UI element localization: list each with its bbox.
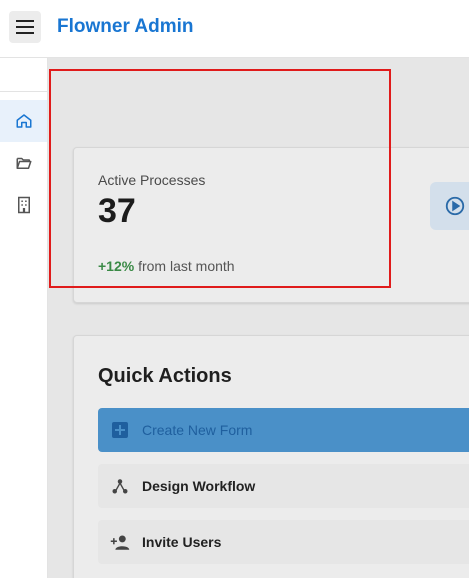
sidebar (0, 58, 48, 578)
building-icon (17, 196, 30, 214)
folder-open-icon (16, 157, 31, 169)
stat-label: Active Processes (98, 172, 206, 188)
quick-actions-card: Quick Actions Create New Form Design Wor… (73, 335, 469, 578)
design-workflow-label: Design Workflow (142, 478, 256, 494)
hamburger-menu-button[interactable] (9, 11, 41, 43)
quick-actions-title: Quick Actions (98, 365, 232, 387)
stat-card-active-processes: Active Processes 37 +12% from last month (73, 147, 469, 303)
sidebar-divider (0, 91, 48, 92)
workflow-icon (110, 476, 130, 496)
sidebar-item-home[interactable] (0, 100, 47, 142)
sidebar-item-organization[interactable] (0, 184, 47, 226)
home-icon (16, 114, 31, 128)
design-workflow-button[interactable]: Design Workflow (98, 464, 469, 508)
stat-change: +12% from last month (98, 258, 235, 274)
app-title: Flowner Admin (57, 16, 194, 37)
main-content: Active Processes 37 +12% from last month… (48, 58, 469, 578)
stat-value: 37 (98, 192, 136, 230)
stat-change-text: from last month (134, 258, 235, 274)
sidebar-item-folders[interactable] (0, 142, 47, 184)
create-new-form-label: Create New Form (142, 422, 253, 438)
create-new-form-button[interactable]: Create New Form (98, 408, 469, 452)
person-add-icon (110, 532, 130, 552)
invite-users-button[interactable]: Invite Users (98, 520, 469, 564)
stat-change-value: +12% (98, 258, 135, 274)
add-box-icon (110, 420, 130, 440)
stat-icon-box (430, 182, 469, 230)
app-header: Flowner Admin (0, 0, 469, 58)
hamburger-menu-icon (16, 20, 34, 34)
invite-users-label: Invite Users (142, 534, 222, 550)
play-circle-icon (445, 196, 465, 216)
